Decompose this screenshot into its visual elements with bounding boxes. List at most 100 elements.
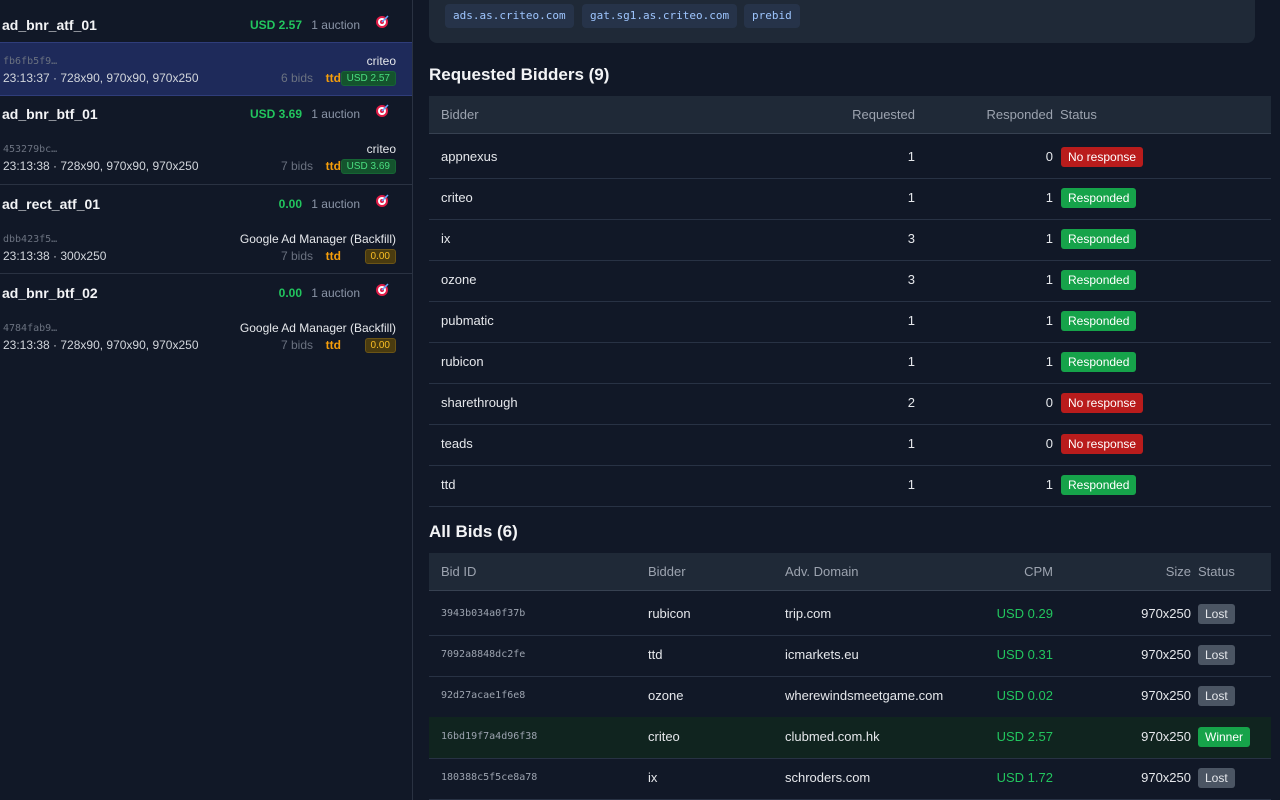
advertiser-domain: wherewindsmeetgame.com [785, 688, 944, 703]
table-row: ttd 1 1 Responded [429, 465, 1271, 507]
status-badge: Responded [1061, 270, 1137, 290]
status-badge: Responded [1061, 188, 1137, 208]
bidder-name: pubmatic [441, 313, 494, 328]
bid-status-badge: Winner [1198, 727, 1251, 747]
auction-top-bidder: ttd [325, 159, 341, 173]
auction-item[interactable]: 4784fab9… Google Ad Manager (Backfill) 2… [0, 310, 412, 362]
bid-cpm: USD 0.31 [996, 647, 1053, 662]
table-row: 16bd19f7a4d96f38 criteo clubmed.com.hk USD … [429, 717, 1271, 759]
bidder-name: sharethrough [441, 395, 518, 410]
slot-header[interactable]: ad_rect_atf_01 0.00 1 auction [0, 185, 412, 221]
status-badge: No response [1061, 147, 1144, 167]
slot-price: 0.00 [278, 197, 302, 211]
slot-auction-count: 1 auction [311, 18, 360, 32]
bid-id: 16bd19f7a4d96f38 [441, 731, 538, 742]
auction-bid-count: 7 bids [280, 249, 313, 263]
auction-item[interactable]: 453279bc… criteo 23:13:38 · 728x90, 970x… [0, 131, 412, 183]
slot-header[interactable]: ad_bnr_btf_01 USD 3.69 1 auction [0, 95, 412, 131]
requested-count: 3 [907, 272, 915, 287]
slot-item[interactable]: ad_bnr_btf_02 0.00 1 auction 4784fab9… G… [0, 273, 412, 363]
requested-count: 3 [907, 231, 915, 246]
column-header-size: Size [1165, 564, 1191, 579]
table-row: criteo 1 1 Responded [429, 178, 1271, 220]
all-bids-table: Bid ID Bidder Adv. Domain CPM Size Statu… [429, 553, 1271, 800]
responded-count: 0 [1045, 436, 1053, 451]
bid-size: 970x250 [1141, 729, 1191, 744]
column-header-bid-id: Bid ID [441, 564, 477, 579]
domain-tag: gat.sg1.as.criteo.com [582, 4, 738, 28]
slot-auction-count: 1 auction [311, 286, 360, 300]
slot-auction-count: 1 auction [311, 197, 360, 211]
bid-size: 970x250 [1141, 606, 1191, 621]
status-badge: Responded [1061, 352, 1137, 372]
slot-header[interactable]: ad_bnr_btf_02 0.00 1 auction [0, 274, 412, 310]
slot-price: USD 3.69 [249, 107, 302, 121]
table-header: Bidder Requested Responded Status [429, 96, 1271, 134]
column-header-domain: Adv. Domain [785, 564, 859, 579]
auction-item-selected[interactable]: fb6fb5f9… criteo 23:13:37 · 728x90, 970x… [0, 42, 412, 96]
bid-id: 180388c5f5ce8a78 [441, 772, 538, 783]
slot-auction-count: 1 auction [311, 107, 360, 121]
table-row: sharethrough 2 0 No response [429, 383, 1271, 425]
status-badge: No response [1061, 434, 1144, 454]
slot-price: USD 2.57 [249, 18, 302, 32]
slot-name: ad_rect_atf_01 [2, 196, 101, 212]
column-header-status: Status [1198, 564, 1235, 579]
bidder-name: ttd [648, 647, 663, 662]
column-header-requested: Requested [852, 107, 915, 122]
responded-count: 1 [1045, 190, 1053, 205]
column-header-bidder: Bidder [441, 107, 479, 122]
domain-tag: prebid [744, 4, 800, 28]
bid-size: 970x250 [1141, 688, 1191, 703]
bid-size: 970x250 [1141, 647, 1191, 662]
auction-id: dbb423f5… [3, 234, 58, 245]
table-row: 92d27acae1f6e8 ozone wherewindsmeetgame.co… [429, 676, 1271, 718]
auction-winner: criteo [366, 142, 396, 156]
target-icon [376, 104, 389, 117]
auction-top-value-badge: USD 2.57 [340, 71, 396, 86]
slot-item[interactable]: ad_rect_atf_01 0.00 1 auction dbb423f5… … [0, 184, 412, 274]
slot-price: 0.00 [278, 286, 302, 300]
bidder-name: ttd [441, 477, 456, 492]
auction-meta: 23:13:38 · 300x250 [3, 249, 107, 263]
requested-count: 1 [907, 477, 915, 492]
table-row: 7092a8848dc2fe ttd icmarkets.eu USD 0.31 970… [429, 635, 1271, 677]
slot-item[interactable]: ad_bnr_atf_01 USD 2.57 1 auction fb6fb5f… [0, 6, 412, 96]
table-row: rubicon 1 1 Responded [429, 342, 1271, 384]
responded-count: 1 [1045, 477, 1053, 492]
bidder-name: criteo [441, 190, 473, 205]
responded-count: 0 [1045, 395, 1053, 410]
responded-count: 1 [1045, 313, 1053, 328]
bid-status-badge: Lost [1198, 686, 1235, 706]
advertiser-domain: schroders.com [785, 770, 871, 785]
bidder-name: appnexus [441, 149, 498, 164]
slot-header[interactable]: ad_bnr_atf_01 USD 2.57 1 auction [0, 6, 412, 42]
auction-item[interactable]: dbb423f5… Google Ad Manager (Backfill) 2… [0, 221, 412, 273]
table-header: Bid ID Bidder Adv. Domain CPM Size Statu… [429, 553, 1271, 591]
auction-winner: criteo [366, 54, 396, 68]
auction-meta: 23:13:38 · 728x90, 970x90, 970x250 [3, 338, 199, 352]
requested-count: 1 [907, 436, 915, 451]
slot-item[interactable]: ad_bnr_btf_01 USD 3.69 1 auction 453279b… [0, 95, 412, 184]
auction-bid-count: 7 bids [280, 338, 313, 352]
auction-meta: 23:13:38 · 728x90, 970x90, 970x250 [3, 159, 199, 173]
target-icon [376, 194, 389, 207]
auction-winner: Google Ad Manager (Backfill) [239, 232, 396, 246]
status-badge: Responded [1061, 475, 1137, 495]
all-bids-title: All Bids (6) [429, 522, 518, 541]
bidder-name: rubicon [648, 606, 691, 621]
requested-count: 1 [907, 149, 915, 164]
bid-status-badge: Lost [1198, 645, 1235, 665]
target-icon [376, 15, 389, 28]
bidder-name: criteo [648, 729, 680, 744]
bidder-name: teads [441, 436, 473, 451]
table-row: ozone 3 1 Responded [429, 260, 1271, 302]
status-badge: No response [1061, 393, 1144, 413]
target-icon [376, 283, 389, 296]
status-badge: Responded [1061, 311, 1137, 331]
bid-id: 7092a8848dc2fe [441, 649, 526, 660]
table-row: appnexus 1 0 No response [429, 137, 1271, 179]
table-row: 3943b034a0f37b rubicon trip.com USD 0.29 970… [429, 594, 1271, 636]
slot-name: ad_bnr_btf_02 [2, 285, 98, 301]
auction-top-value-badge: 0.00 [364, 249, 396, 264]
